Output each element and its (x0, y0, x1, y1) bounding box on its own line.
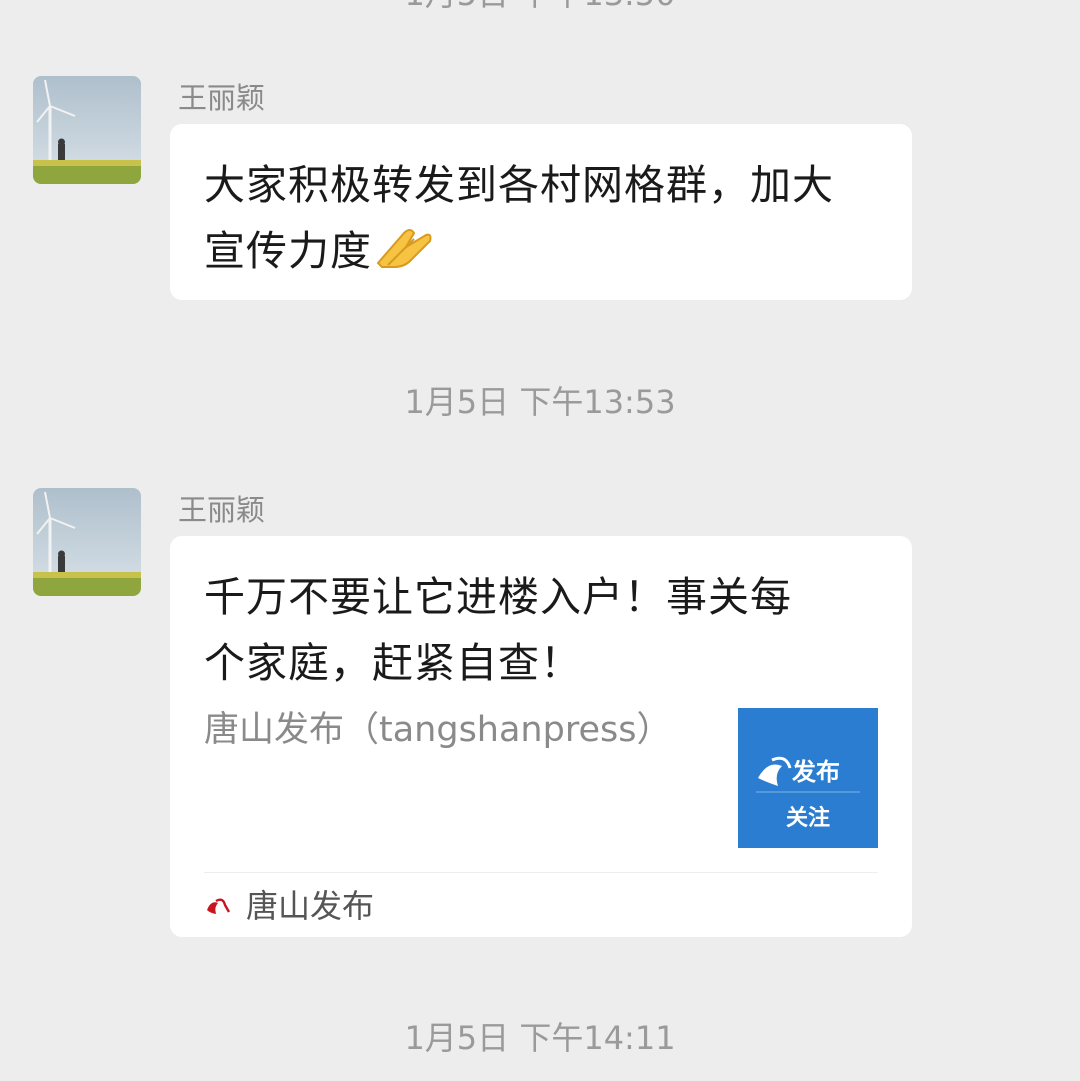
article-title: 千万不要让它进楼入户！事关每 个家庭，赶紧自查！ (204, 564, 864, 696)
pray-hands-emoji-icon (374, 222, 432, 288)
thumbnail-follow-text: 关注 (785, 805, 830, 831)
sender-avatar[interactable] (33, 488, 141, 596)
thumbnail-brand-text: 发布 (792, 757, 840, 786)
official-account-name: 唐山发布 (246, 887, 375, 925)
article-thumbnail: 发布 关注 (738, 708, 878, 848)
article-title-line: 千万不要让它进楼入户！事关每 (204, 573, 792, 621)
sender-avatar[interactable] (33, 76, 141, 184)
card-divider (204, 872, 878, 873)
sender-name: 王丽颖 (178, 493, 266, 527)
message-text-line: 宣传力度 (204, 227, 372, 275)
sender-name: 王丽颖 (178, 81, 266, 115)
message-text-line: 大家积极转发到各村网格群，加大 (204, 161, 834, 209)
timestamp: 1月5日 下午14:11 (404, 1019, 676, 1057)
windmill-field-photo (33, 76, 141, 184)
timestamp: 1月5日 下午13:50 (0, 0, 1080, 14)
tangshan-logo-icon (207, 898, 231, 914)
message-text: 大家积极转发到各村网格群，加大 宣传力度 (204, 152, 878, 288)
card-footer[interactable]: 唐山发布 (204, 886, 374, 926)
message-bubble[interactable]: 大家积极转发到各村网格群，加大 宣传力度 (170, 124, 912, 300)
timestamp: 1月5日 下午13:53 (404, 383, 676, 421)
article-card[interactable]: 千万不要让它进楼入户！事关每 个家庭，赶紧自查！ 唐山发布（tangshanpr… (170, 536, 912, 937)
article-title-line: 个家庭，赶紧自查！ (204, 639, 582, 687)
article-source: 唐山发布（tangshanpress） (204, 710, 672, 750)
windmill-field-photo (33, 488, 141, 596)
